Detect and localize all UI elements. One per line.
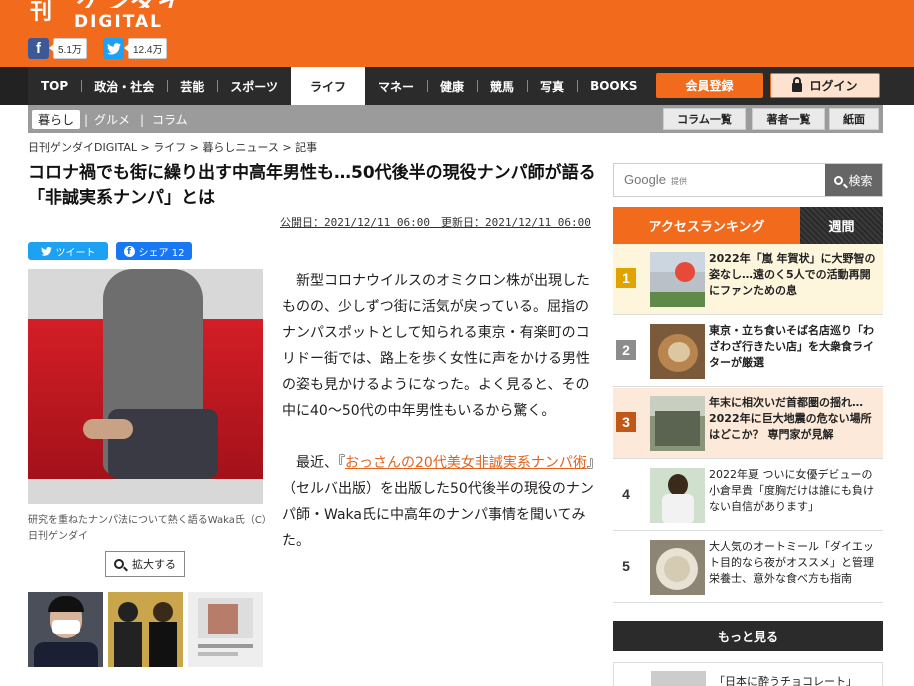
register-button[interactable]: 会員登録 [656, 73, 763, 98]
ranking-text: 年末に相次いだ首都圏の揺れ…2022年に巨大地震の危ない場所はどこか？ 専門家が… [709, 396, 872, 441]
login-button[interactable]: ログイン [770, 73, 880, 98]
search-provider-label: 提供 [671, 177, 687, 186]
ranking-item-next[interactable]: 「日本に酔うチョコレート」 [613, 662, 883, 686]
paper-button[interactable]: 紙面 [829, 108, 879, 130]
lock-icon [792, 77, 803, 92]
ranking-thumb [650, 324, 705, 379]
column-list-button[interactable]: コラム一覧 [663, 108, 746, 130]
ranking-header: アクセスランキング 週間 [613, 207, 883, 244]
nav-item-top[interactable]: TOP [28, 67, 81, 105]
related-thumb-3[interactable] [188, 592, 263, 667]
site-header: 刊 ゲンダイ DIGITAL f 5.1万 12.4万 [0, 0, 914, 67]
google-brand: Google [624, 172, 666, 187]
photo-hand [83, 419, 133, 439]
zoom-label: 拡大する [132, 558, 176, 571]
more-button[interactable]: もっと見る [613, 621, 883, 651]
ranking-item-4[interactable]: 4 2022年夏 ついに女優デビューの小倉早貴「度胸だけは誰にも負けない自信があ… [613, 460, 883, 531]
ranking-thumb [650, 468, 705, 523]
nav-item-photo[interactable]: 写真 [527, 67, 577, 105]
nav-item-health[interactable]: 健康 [427, 67, 477, 105]
google-search: Google 提供 検索 [613, 163, 883, 197]
book-link[interactable]: おっさんの20代美女非誠実系ナンパ術 [345, 455, 587, 471]
twitter-icon [103, 38, 124, 59]
ranking-thumb [650, 396, 705, 451]
tweet-label: ツイート [55, 247, 96, 259]
ranking-thumb [650, 540, 705, 595]
sub-nav: 暮らし | グルメ | コラム コラム一覧 著者一覧 紙面 [28, 105, 883, 133]
facebook-icon: f [28, 38, 49, 59]
subnav-item-gourmet[interactable]: グルメ [94, 110, 130, 129]
logo-main[interactable]: ゲンダイ [74, 0, 182, 8]
nav-item-sports[interactable]: スポーツ [217, 67, 291, 105]
ranking-text: 東京・立ち食いそば名店巡り「わざわざ行きたい店」を大衆食ライターが厳選 [709, 324, 874, 369]
breadcrumb[interactable]: 日刊ゲンダイDIGITAL > ライフ > 暮らしニュース > 記事 [28, 139, 317, 155]
nav-item-entertainment[interactable]: 芸能 [167, 67, 217, 105]
nav-item-money[interactable]: マネー [365, 67, 427, 105]
ranking-item-5[interactable]: 5 大人気のオートミール「ダイエット目的なら夜がオススメ」と管理栄養士、意外な食… [613, 532, 883, 603]
twitter-icon [40, 246, 52, 256]
ranking-text: 大人気のオートミール「ダイエット目的なら夜がオススメ」と管理栄養士、意外な食べ方… [709, 540, 874, 585]
article-photo[interactable] [28, 269, 263, 504]
facebook-icon: f [123, 245, 135, 257]
nav-edge [0, 67, 28, 105]
ranking-text: 2022年夏 ついに女優デビューの小倉早貴「度胸だけは誰にも負けない自信がありま… [709, 468, 874, 513]
ranking-item-2[interactable]: 2 東京・立ち食いそば名店巡り「わざわざ行きたい店」を大衆食ライターが厳選 [613, 316, 883, 387]
subnav-item-sep1: | [84, 112, 89, 127]
search-button[interactable]: 検索 [825, 164, 882, 196]
twitter-count: 12.4万 [123, 38, 168, 59]
para2-pre: 最近、『 [296, 455, 345, 471]
zoom-button[interactable]: 拡大する [105, 551, 185, 577]
nav-item-life[interactable]: ライフ [290, 67, 365, 105]
tweet-button[interactable]: ツイート [28, 242, 108, 260]
related-thumb-1[interactable] [28, 592, 103, 667]
ranking-text: 「日本に酔うチョコレート」 [714, 675, 857, 686]
nav-item-keiba[interactable]: 競馬 [477, 67, 527, 105]
search-button-label: 検索 [848, 173, 873, 188]
photo-caption: 研究を重ねたナンパ法について熱く語るWaka氏（C）日刊ゲンダイ [28, 515, 267, 542]
facebook-follow[interactable]: f 5.1万 [28, 38, 87, 59]
subnav-item-kurashi[interactable]: 暮らし [32, 110, 81, 129]
rank-number: 1 [616, 268, 636, 288]
rank-number: 5 [616, 556, 636, 576]
rank-number: 3 [616, 412, 636, 432]
article-dates: 公開日：2021/12/11 06:00 更新日：2021/12/11 06:0… [280, 216, 591, 229]
logo-kanji[interactable]: 刊 [30, 0, 52, 26]
ranking-item-1[interactable]: 1 2022年「嵐 年賀状」に大野智の姿なし…遠のく5人での活動再開にファンため… [613, 244, 883, 315]
facebook-share-button[interactable]: f シェア 12 [116, 242, 192, 260]
ranking-title: アクセスランキング [613, 207, 800, 244]
ranking-thumb [650, 252, 705, 307]
logo-digital[interactable]: DIGITAL [74, 12, 163, 32]
related-thumb-2[interactable] [108, 592, 183, 667]
nav-item-books[interactable]: BOOKS [577, 67, 651, 105]
subnav-item-sep2: | [140, 112, 145, 127]
ranking-item-3[interactable]: 3 年末に相次いだ首都圏の揺れ…2022年に巨大地震の危ない場所はどこか？ 専門… [613, 388, 883, 459]
rank-number: 2 [616, 340, 636, 360]
facebook-count: 5.1万 [49, 38, 87, 59]
article-body: 新型コロナウイルスのオミクロン株が出現したものの、少しずつ街に活気が戻っている。… [282, 268, 600, 554]
article-paragraph-2: 最近、『おっさんの20代美女非誠実系ナンパ術』（セルバ出版）を出版した50代後半… [282, 450, 600, 554]
login-label: ログイン [809, 79, 858, 93]
ranking-thumb [651, 671, 706, 686]
nav-item-politics[interactable]: 政治・社会 [81, 67, 167, 105]
article-title: コロナ禍でも街に繰り出す中高年男性も…50代後半の現役ナンパ師が語る「非誠実系ナ… [28, 163, 596, 208]
article-paragraph-1: 新型コロナウイルスのオミクロン株が出現したものの、少しずつ街に活気が戻っている。… [282, 273, 590, 419]
author-list-button[interactable]: 著者一覧 [752, 108, 825, 130]
facebook-share-label: シェア 12 [138, 247, 185, 259]
magnifier-icon [114, 559, 124, 569]
ranking-text: 2022年「嵐 年賀状」に大野智の姿なし…遠のく5人での活動再開にファンための息 [709, 252, 876, 297]
ranking-tab-weekly[interactable]: 週間 [800, 207, 883, 244]
rank-number: 4 [616, 484, 636, 504]
subnav-item-column[interactable]: コラム [152, 110, 188, 129]
twitter-follow[interactable]: 12.4万 [103, 38, 168, 59]
search-icon [834, 175, 844, 185]
